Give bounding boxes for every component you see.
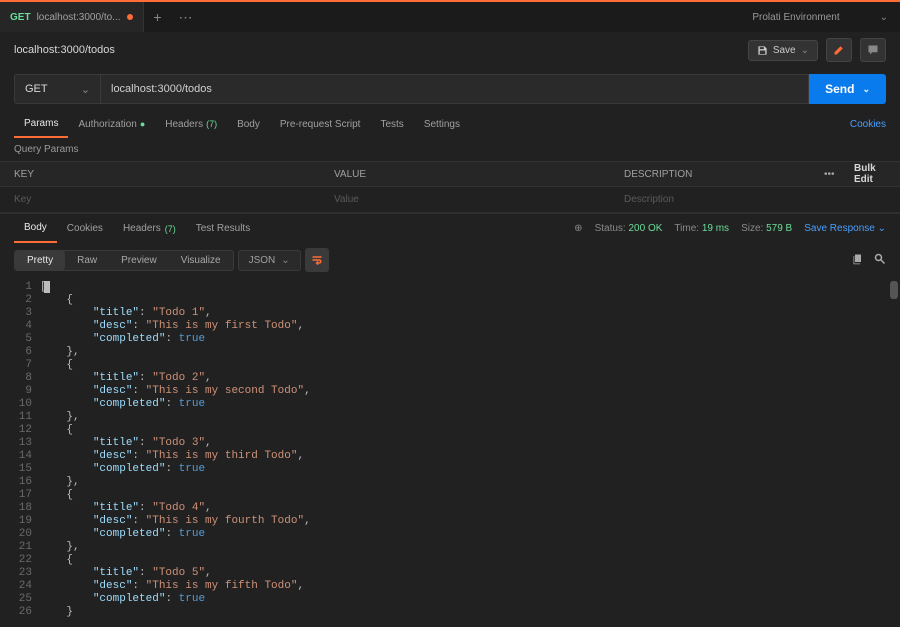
tab-response-headers[interactable]: Headers (7) <box>113 214 186 243</box>
tab-bar: GET localhost:3000/to... + ⋯ Prolati Env… <box>0 0 900 32</box>
col-key: KEY <box>0 169 320 180</box>
scrollbar-thumb[interactable] <box>890 281 898 299</box>
chevron-down-icon: ⌄ <box>281 255 289 266</box>
col-value: VALUE <box>320 169 610 180</box>
response-time: 19 ms <box>702 223 729 234</box>
view-visualize[interactable]: Visualize <box>169 251 233 270</box>
chevron-down-icon: ⌄ <box>81 83 90 96</box>
copy-icon <box>852 253 864 265</box>
code-content[interactable]: [ { "title": "Todo 1", "desc": "This is … <box>40 277 900 627</box>
method-selector[interactable]: GET ⌄ <box>14 74 100 104</box>
tab-params[interactable]: Params <box>14 110 68 138</box>
title-bar: localhost:3000/todos Save ⌄ <box>0 32 900 68</box>
save-button[interactable]: Save ⌄ <box>748 40 818 61</box>
tab-response-cookies[interactable]: Cookies <box>57 214 113 243</box>
url-row: GET ⌄ Send ⌄ <box>0 68 900 110</box>
edit-button[interactable] <box>826 38 852 62</box>
bulk-edit-button[interactable]: Bulk Edit <box>840 163 900 185</box>
search-icon <box>874 253 886 265</box>
save-icon <box>757 45 768 56</box>
url-input[interactable] <box>100 74 809 104</box>
view-preview[interactable]: Preview <box>109 251 169 270</box>
environment-selector[interactable]: Prolati Environment <box>752 12 839 23</box>
tab-authorization[interactable]: Authorization ● <box>68 110 155 138</box>
chevron-down-icon: ⌄ <box>862 84 870 95</box>
send-button[interactable]: Send ⌄ <box>809 74 886 104</box>
new-tab-button[interactable]: + <box>144 2 172 32</box>
col-description: DESCRIPTION <box>610 169 810 180</box>
status-dot-icon: ● <box>140 119 145 129</box>
description-input[interactable]: Description <box>610 194 810 205</box>
cookies-link[interactable]: Cookies <box>850 119 886 130</box>
copy-button[interactable] <box>852 253 864 268</box>
comment-icon <box>867 44 879 56</box>
text-cursor <box>44 281 50 293</box>
request-title: localhost:3000/todos <box>14 44 115 56</box>
wrap-lines-button[interactable] <box>305 248 329 272</box>
save-response-button[interactable]: Save Response ⌄ <box>804 223 886 234</box>
pencil-icon <box>833 44 845 56</box>
unsaved-dot-icon <box>127 14 133 20</box>
chevron-down-icon: ⌄ <box>801 45 809 56</box>
tab-settings[interactable]: Settings <box>414 110 470 138</box>
line-gutter: 1234567891011121314151617181920212223242… <box>0 277 40 627</box>
request-tab[interactable]: GET localhost:3000/to... <box>0 2 144 32</box>
tab-response-body[interactable]: Body <box>14 214 57 243</box>
view-toolbar: Pretty Raw Preview Visualize JSON ⌄ <box>0 243 900 277</box>
view-pretty[interactable]: Pretty <box>15 251 65 270</box>
tab-body[interactable]: Body <box>227 110 270 138</box>
tab-overflow-button[interactable]: ⋯ <box>172 2 200 32</box>
params-table: KEY VALUE DESCRIPTION ••• Bulk Edit Key … <box>0 161 900 213</box>
tab-prerequest[interactable]: Pre-request Script <box>270 110 371 138</box>
language-selector[interactable]: JSON ⌄ <box>238 250 301 271</box>
wrap-icon <box>311 254 323 266</box>
view-raw[interactable]: Raw <box>65 251 109 270</box>
tab-title: localhost:3000/to... <box>37 12 121 23</box>
table-row[interactable]: Key Value Description <box>0 187 900 213</box>
query-params-heading: Query Params <box>0 138 900 161</box>
request-tabs: Params Authorization ● Headers (7) Body … <box>0 110 900 138</box>
response-tabs: Body Cookies Headers (7) Test Results ⊕ … <box>0 213 900 243</box>
col-options[interactable]: ••• <box>810 169 840 180</box>
chevron-down-icon: ⌄ <box>880 12 888 23</box>
comment-button[interactable] <box>860 38 886 62</box>
search-button[interactable] <box>874 253 886 268</box>
value-input[interactable]: Value <box>320 194 610 205</box>
tab-method: GET <box>10 12 31 23</box>
chevron-down-icon: ⌄ <box>878 223 886 234</box>
tab-headers[interactable]: Headers (7) <box>155 110 227 138</box>
tab-tests[interactable]: Tests <box>370 110 413 138</box>
tab-test-results[interactable]: Test Results <box>186 214 260 243</box>
status-code: 200 OK <box>628 223 662 234</box>
view-mode-group: Pretty Raw Preview Visualize <box>14 250 234 271</box>
response-size: 579 B <box>766 223 792 234</box>
response-body[interactable]: 1234567891011121314151617181920212223242… <box>0 277 900 627</box>
key-input[interactable]: Key <box>0 194 320 205</box>
network-icon[interactable]: ⊕ <box>574 223 582 234</box>
